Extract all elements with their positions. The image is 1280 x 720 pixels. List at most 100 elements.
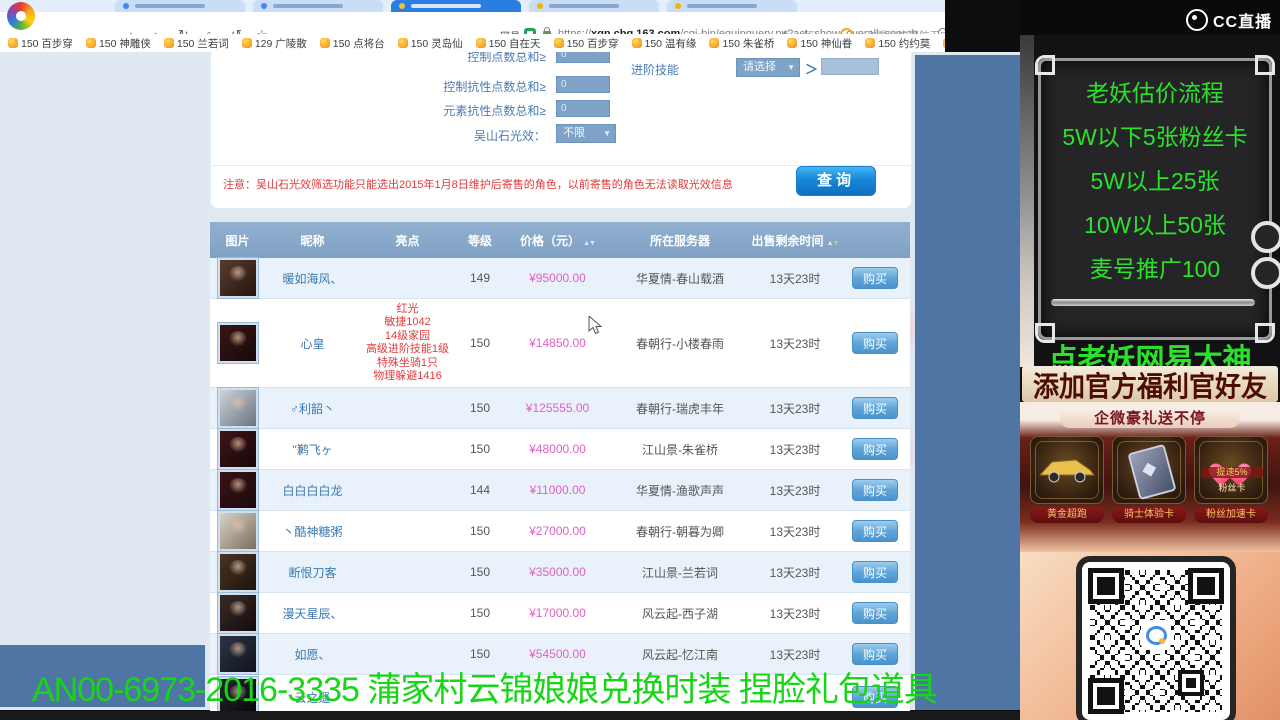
price-cell: ¥27000.00 <box>505 524 610 538</box>
highlight-cell: 红光 敏捷1042 14级家园 高级进阶技能1级 特殊坐骑1只 物理躲避1416 <box>360 303 455 384</box>
form-label: 控制点数总和≥ <box>211 52 546 65</box>
browser-tab[interactable] <box>115 0 245 12</box>
avatar[interactable] <box>218 470 258 510</box>
bookmark-item[interactable]: 150 温有缘 <box>632 36 697 51</box>
price-cell: ¥125555.00 <box>505 401 610 415</box>
bookmark-item[interactable]: 150 兰若词 <box>164 36 229 51</box>
character-name-link[interactable]: 白白白白龙 <box>282 484 342 498</box>
bookmark-item[interactable]: 150 百步穿 <box>8 36 73 51</box>
drop-arrow-icon: ▼ <box>787 59 795 76</box>
form-label: 元素抗性点数总和≥ <box>211 102 546 119</box>
server-cell: 春朝行-小楼春雨 <box>610 335 750 352</box>
buy-button[interactable]: 购买 <box>852 267 898 289</box>
server-cell: 华夏情-春山载酒 <box>610 270 750 287</box>
header-nickname: 昵称 <box>265 232 360 249</box>
price-cell: ¥35000.00 <box>505 565 610 579</box>
gift-card-ticket: 骑士体验卡 <box>1112 436 1186 523</box>
level-cell: 150 <box>455 647 505 661</box>
form-input[interactable]: 0 <box>556 76 610 93</box>
tab-favicon <box>123 3 129 9</box>
browser-logo[interactable] <box>7 2 35 30</box>
bookmark-item[interactable]: 150 百步穿 <box>554 36 619 51</box>
avatar[interactable] <box>218 593 258 633</box>
time-cell: 13天23时 <box>750 270 840 287</box>
bookmark-item[interactable]: 150 点将台 <box>320 36 385 51</box>
character-name-link[interactable]: ''鹣飞ヶ <box>292 443 333 457</box>
gt-symbol: ＞ <box>805 59 818 78</box>
time-sort-icons[interactable]: ▲▼ <box>827 240 839 247</box>
buy-button[interactable]: 购买 <box>852 602 898 624</box>
bookmark-favicon <box>554 38 564 48</box>
bookmark-item[interactable]: 150 神仙眷 <box>787 36 852 51</box>
search-submit-button[interactable]: 查询 <box>796 166 876 196</box>
bookmark-favicon <box>476 38 486 48</box>
stream-sidebar: CC直播 老妖估价流程 5W以下5张粉丝卡 5W以上25张 10W以上50张 麦… <box>1020 0 1280 720</box>
server-cell: 江山景-朱雀桥 <box>610 441 750 458</box>
time-cell: 13天23时 <box>750 400 840 417</box>
bookmark-favicon <box>787 38 797 48</box>
header-price[interactable]: 价格（元）▲▼ <box>505 232 610 249</box>
character-name-link[interactable]: 漫天星辰、 <box>282 607 342 621</box>
character-name-link[interactable]: 心皇 <box>300 337 324 351</box>
browser-toolbar: ‹ › ↻ ⌂ ↺ ☆ 网易 https://xqn.cbg.163.com/c… <box>0 12 945 35</box>
results-table: 图片 昵称 亮点 等级 价格（元）▲▼ 所在服务器 出售剩余时间▲▼ 暖如海风、… <box>210 222 910 720</box>
table-row: ♂利韶丶 150 ¥125555.00 春朝行-瑞虎丰年 13天23时 购买 <box>210 388 910 429</box>
heart-tag: 提速5% <box>1201 467 1263 478</box>
buy-button[interactable]: 购买 <box>852 438 898 460</box>
character-name-link[interactable]: 断恨刀客 <box>288 566 336 580</box>
buy-button[interactable]: 购买 <box>852 332 898 354</box>
server-cell: 风云起-忆江南 <box>610 646 750 663</box>
character-name-link[interactable]: 丶酷神糖粥 <box>282 525 342 539</box>
avatar[interactable] <box>218 258 258 298</box>
bookmark-item[interactable]: 150 灵岛仙 <box>398 36 463 51</box>
browser-tab-active[interactable] <box>391 0 521 12</box>
bookmark-item[interactable]: 150 自在天 <box>476 36 541 51</box>
bookmark-item[interactable]: 150 神雕侠 <box>86 36 151 51</box>
gift-title-ribbon: 企微豪礼送不停 <box>1060 407 1240 428</box>
avatar[interactable] <box>218 552 258 592</box>
table-row: 白白白白龙 144 ¥11000.00 华夏情-渔歌声声 13天23时 购买 <box>210 470 910 511</box>
character-name-link[interactable]: ♂利韶丶 <box>290 402 335 416</box>
buy-button[interactable]: 购买 <box>852 520 898 542</box>
table-row: ''鹣飞ヶ 150 ¥48000.00 江山景-朱雀桥 13天23时 购买 <box>210 429 910 470</box>
buy-button[interactable]: 购买 <box>852 479 898 501</box>
browser-tab[interactable] <box>529 0 659 12</box>
panel-corner-ornament <box>1255 55 1275 75</box>
qr-finder <box>1188 568 1224 604</box>
avatar[interactable] <box>218 388 258 428</box>
buy-button[interactable]: 购买 <box>852 561 898 583</box>
time-cell: 13天23时 <box>750 335 840 352</box>
avatar[interactable] <box>218 511 258 551</box>
server-cell: 华夏情-渔歌声声 <box>610 482 750 499</box>
price-cell: ¥95000.00 <box>505 271 610 285</box>
price-cell: ¥11000.00 <box>505 483 610 497</box>
level-cell: 149 <box>455 271 505 285</box>
cbg-page: 控制点数总和≥ 0 控制抗性点数总和≥ 0 元素抗性点数总和≥ 0 吴山石光效：… <box>0 52 1020 710</box>
bookmark-item[interactable]: 150 朱雀桥 <box>709 36 774 51</box>
light-effect-select[interactable]: 不限▼ <box>556 124 616 143</box>
character-name-link[interactable]: 如愿、 <box>294 648 330 662</box>
avatar[interactable] <box>218 323 258 363</box>
light-effect-label: 吴山石光效： <box>211 127 546 144</box>
header-time[interactable]: 出售剩余时间▲▼ <box>750 232 840 249</box>
avatar[interactable] <box>218 429 258 469</box>
wechat-work-icon <box>1141 620 1171 650</box>
character-name-link[interactable]: 暖如海风、 <box>282 272 342 286</box>
stream-mask-right <box>915 55 1020 710</box>
bookmark-favicon <box>865 38 875 48</box>
buy-button[interactable]: 购买 <box>852 397 898 419</box>
adv-skill-select[interactable]: 请选择▼ <box>736 58 800 77</box>
bookmark-favicon <box>398 38 408 48</box>
gift-card-label: 骑士体验卡 <box>1112 507 1186 523</box>
price-sort-icons[interactable]: ▲▼ <box>583 240 595 247</box>
gift-card-fan: 提速5% 粉丝卡 粉丝加速卡 <box>1194 436 1268 523</box>
form-input[interactable]: 0 <box>556 52 610 63</box>
cc-logo-icon <box>1186 9 1208 31</box>
form-input[interactable]: 0 <box>556 100 610 117</box>
bookmark-item[interactable]: 129 广陵散 <box>242 36 307 51</box>
browser-tab[interactable] <box>253 0 383 12</box>
browser-tab[interactable] <box>667 0 797 12</box>
adv-skill-input[interactable] <box>821 58 879 75</box>
price-cell: ¥54500.00 <box>505 647 610 661</box>
bookmark-item[interactable]: 150 约约莫 <box>865 36 930 51</box>
